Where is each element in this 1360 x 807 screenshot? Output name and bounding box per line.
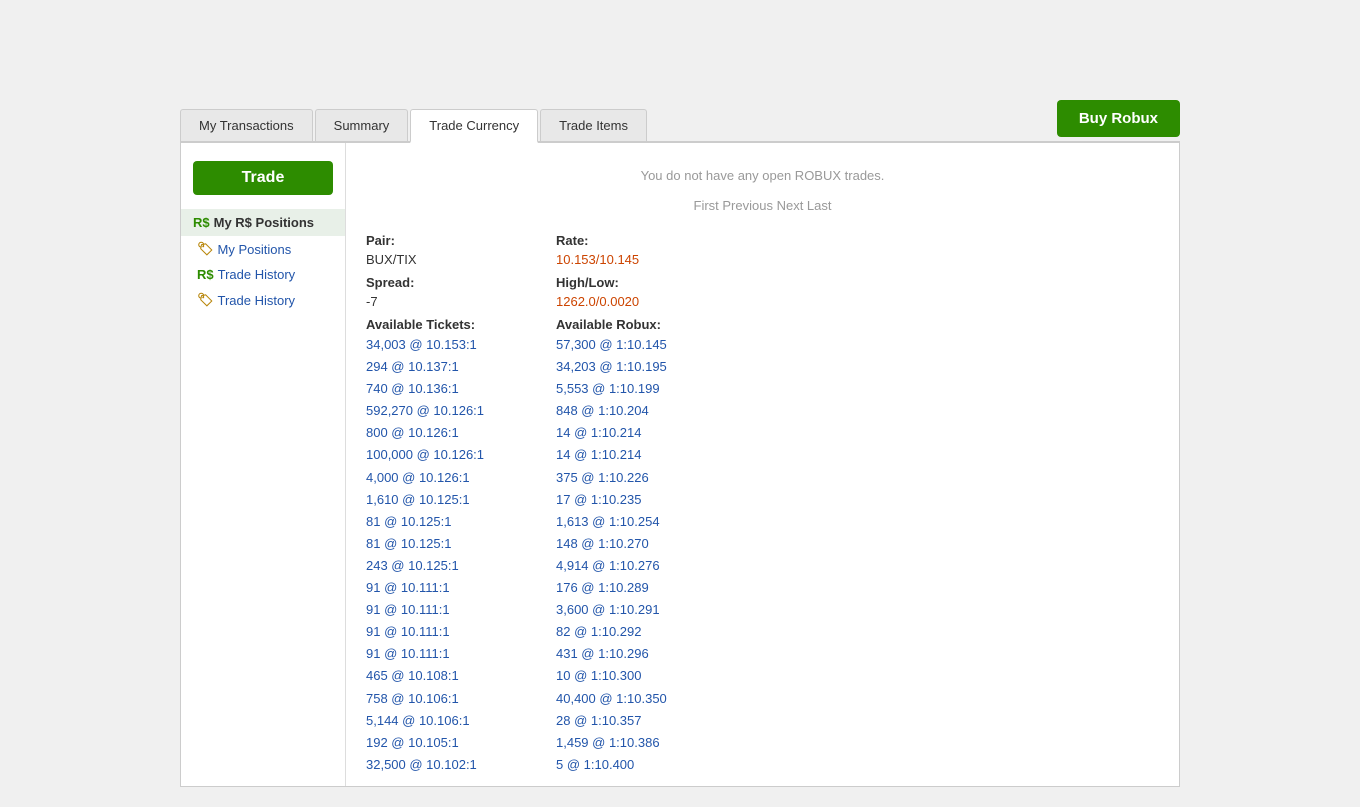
list-item[interactable]: 4,000 @ 10.126:1 — [366, 467, 526, 489]
tix-icon-positions: 🏷 — [197, 241, 214, 257]
list-item[interactable]: 740 @ 10.136:1 — [366, 378, 526, 400]
list-item[interactable]: 10 @ 1:10.300 — [556, 665, 716, 687]
list-item[interactable]: 1,459 @ 1:10.386 — [556, 732, 716, 754]
list-item[interactable]: 91 @ 10.111:1 — [366, 599, 526, 621]
tix-icon-history: 🏷 — [197, 292, 214, 308]
available-tickets-label: Available Tickets: — [366, 317, 526, 332]
robux-icon-history: R$ — [197, 267, 214, 282]
list-item[interactable]: 5 @ 1:10.400 — [556, 754, 716, 776]
robux-icon: R$ — [193, 215, 210, 230]
robux-rows: 57,300 @ 1:10.14534,203 @ 1:10.1955,553 … — [556, 334, 716, 776]
list-item[interactable]: 1,613 @ 1:10.254 — [556, 511, 716, 533]
high-low-label: High/Low: — [556, 275, 716, 290]
list-item[interactable]: 81 @ 10.125:1 — [366, 511, 526, 533]
list-item[interactable]: 243 @ 10.125:1 — [366, 555, 526, 577]
trade-button[interactable]: Trade — [193, 161, 333, 195]
sidebar-section-robux-positions: R$ My R$ Positions — [181, 209, 345, 236]
spread-label: Spread: — [366, 275, 526, 290]
no-trades-message: You do not have any open ROBUX trades. — [366, 153, 1159, 198]
list-item[interactable]: 375 @ 1:10.226 — [556, 467, 716, 489]
available-tickets-section: Available Tickets: 34,003 @ 10.153:1294 … — [366, 317, 526, 776]
list-item[interactable]: 40,400 @ 1:10.350 — [556, 688, 716, 710]
content-area: Trade R$ My R$ Positions 🏷 My Positions … — [180, 143, 1180, 787]
list-item[interactable]: 431 @ 1:10.296 — [556, 643, 716, 665]
list-item[interactable]: 91 @ 10.111:1 — [366, 621, 526, 643]
tab-trade-items[interactable]: Trade Items — [540, 109, 647, 141]
list-item[interactable]: 91 @ 10.111:1 — [366, 577, 526, 599]
list-item[interactable]: 148 @ 1:10.270 — [556, 533, 716, 555]
buy-robux-button[interactable]: Buy Robux — [1057, 100, 1180, 137]
tickets-rows: 34,003 @ 10.153:1294 @ 10.137:1740 @ 10.… — [366, 334, 526, 776]
spread-section: Spread: -7 — [366, 275, 526, 309]
list-item[interactable]: 5,144 @ 10.106:1 — [366, 710, 526, 732]
robux-column: Rate: 10.153/10.145 High/Low: 1262.0/0.0… — [556, 233, 716, 776]
pair-label: Pair: — [366, 233, 526, 248]
pagination: First Previous Next Last — [366, 198, 1159, 223]
list-item[interactable]: 34,003 @ 10.153:1 — [366, 334, 526, 356]
list-item[interactable]: 32,500 @ 10.102:1 — [366, 754, 526, 776]
list-item[interactable]: 28 @ 1:10.357 — [556, 710, 716, 732]
trade-data: Pair: BUX/TIX Spread: -7 Available Ticke… — [366, 233, 1159, 776]
tab-my-transactions[interactable]: My Transactions — [180, 109, 313, 141]
list-item[interactable]: 465 @ 10.108:1 — [366, 665, 526, 687]
page-wrapper: My Transactions Summary Trade Currency T… — [0, 0, 1360, 807]
list-item[interactable]: 192 @ 10.105:1 — [366, 732, 526, 754]
available-robux-section: Available Robux: 57,300 @ 1:10.14534,203… — [556, 317, 716, 776]
list-item[interactable]: 82 @ 1:10.292 — [556, 621, 716, 643]
available-robux-label: Available Robux: — [556, 317, 716, 332]
list-item[interactable]: 176 @ 1:10.289 — [556, 577, 716, 599]
sidebar-link-tix-trade-history[interactable]: 🏷 Trade History — [181, 287, 345, 313]
sidebar-link-my-positions[interactable]: 🏷 My Positions — [181, 236, 345, 262]
tickets-column: Pair: BUX/TIX Spread: -7 Available Ticke… — [366, 233, 526, 776]
rate-value: 10.153/10.145 — [556, 252, 716, 267]
list-item[interactable]: 3,600 @ 1:10.291 — [556, 599, 716, 621]
list-item[interactable]: 81 @ 10.125:1 — [366, 533, 526, 555]
list-item[interactable]: 14 @ 1:10.214 — [556, 422, 716, 444]
list-item[interactable]: 17 @ 1:10.235 — [556, 489, 716, 511]
high-low-section: High/Low: 1262.0/0.0020 — [556, 275, 716, 309]
list-item[interactable]: 100,000 @ 10.126:1 — [366, 444, 526, 466]
list-item[interactable]: 57,300 @ 1:10.145 — [556, 334, 716, 356]
list-item[interactable]: 34,203 @ 1:10.195 — [556, 356, 716, 378]
main-content: You do not have any open ROBUX trades. F… — [346, 143, 1179, 786]
list-item[interactable]: 91 @ 10.111:1 — [366, 643, 526, 665]
list-item[interactable]: 4,914 @ 1:10.276 — [556, 555, 716, 577]
list-item[interactable]: 758 @ 10.106:1 — [366, 688, 526, 710]
spread-value: -7 — [366, 294, 526, 309]
tab-bar: My Transactions Summary Trade Currency T… — [180, 109, 649, 141]
list-item[interactable]: 14 @ 1:10.214 — [556, 444, 716, 466]
tab-summary[interactable]: Summary — [315, 109, 409, 141]
list-item[interactable]: 592,270 @ 10.126:1 — [366, 400, 526, 422]
tabs-and-buy-row: My Transactions Summary Trade Currency T… — [180, 100, 1180, 143]
top-bar: My Transactions Summary Trade Currency T… — [0, 20, 1360, 143]
sidebar: Trade R$ My R$ Positions 🏷 My Positions … — [181, 143, 346, 786]
high-low-value: 1262.0/0.0020 — [556, 294, 716, 309]
tab-trade-currency[interactable]: Trade Currency — [410, 109, 538, 143]
rate-label: Rate: — [556, 233, 716, 248]
pair-value: BUX/TIX — [366, 252, 526, 267]
sidebar-link-robux-trade-history[interactable]: R$ Trade History — [181, 262, 345, 287]
list-item[interactable]: 1,610 @ 10.125:1 — [366, 489, 526, 511]
list-item[interactable]: 800 @ 10.126:1 — [366, 422, 526, 444]
list-item[interactable]: 5,553 @ 1:10.199 — [556, 378, 716, 400]
list-item[interactable]: 294 @ 10.137:1 — [366, 356, 526, 378]
list-item[interactable]: 848 @ 1:10.204 — [556, 400, 716, 422]
